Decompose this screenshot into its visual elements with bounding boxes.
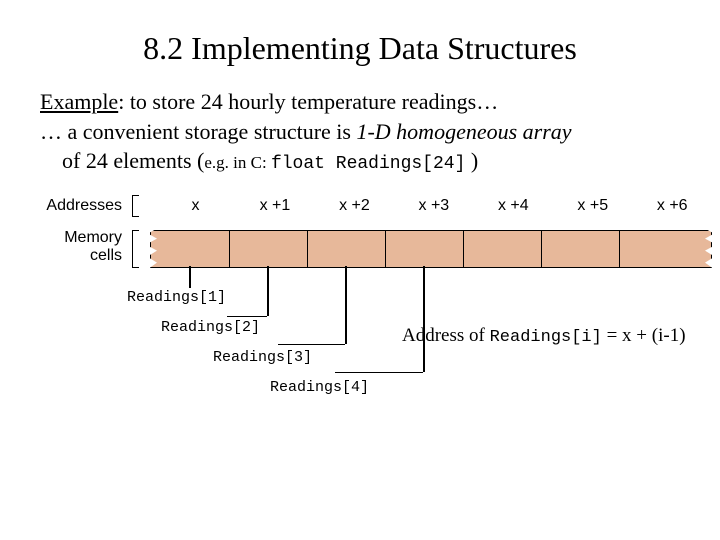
addr-6: x +6 [635,197,710,215]
lead-line-icon [227,316,267,318]
addr-2: x +2 [317,197,392,215]
addr-5: x +5 [555,197,630,215]
lead-line-icon [345,266,347,344]
example-rest: : to store 24 hourly temperature reading… [118,89,498,114]
line2-indent: of 24 elements (e.g. in C: float Reading… [40,146,680,176]
readings-1-label: Readings[1] [127,289,226,306]
address-row: x x +1 x +2 x +3 x +4 x +5 x +6 [158,197,710,215]
addresses-bracket-icon [132,195,139,217]
lead-line-icon [267,266,269,316]
array-term: 1-D homogeneous array [356,119,571,144]
readings-2-label: Readings[2] [161,319,260,336]
addresses-label: Addresses [30,197,122,215]
slide-title: 8.2 Implementing Data Structures [30,30,690,67]
code-declaration: float Readings[24] [271,154,465,174]
addr-1: x +1 [237,197,312,215]
formula-pre: Address of [402,325,490,346]
torn-edge-left-icon [143,229,157,269]
line2-tail: ) [465,148,478,173]
slide: 8.2 Implementing Data Structures Example… [0,0,720,425]
readings-3-label: Readings[3] [213,349,312,366]
line2-prefix: … a convenient storage structure is [40,119,356,144]
formula-code: Readings[i] [490,328,602,347]
cell-divider-icon [229,231,230,267]
memory-label-2: cells [30,247,122,265]
torn-edge-right-icon [705,229,719,269]
array-diagram: Addresses Memory cells x x +1 x +2 x +3 … [30,195,720,425]
lead-line-icon [335,372,423,374]
cell-divider-icon [385,231,386,267]
address-formula: Address of Readings[i] = x + (i-1) [402,325,686,347]
lead-line-icon [189,266,191,288]
body-text: Example: to store 24 hourly temperature … [40,87,680,177]
addr-4: x +4 [476,197,551,215]
memory-bracket-icon [132,230,139,268]
readings-4-label: Readings[4] [270,379,369,396]
example-word: Example [40,89,118,114]
cell-divider-icon [541,231,542,267]
addr-0: x [158,197,233,215]
eg-text: e.g. in C: [204,153,271,172]
cell-divider-icon [619,231,620,267]
formula-post: = x + (i-1) [602,325,686,346]
memory-cells-box [150,230,712,268]
cell-divider-icon [307,231,308,267]
addr-3: x +3 [396,197,471,215]
line2-mid: of 24 elements ( [62,148,204,173]
lead-line-icon [278,344,345,346]
lead-line-icon [423,266,425,372]
cell-divider-icon [463,231,464,267]
memory-label-1: Memory [30,229,122,247]
